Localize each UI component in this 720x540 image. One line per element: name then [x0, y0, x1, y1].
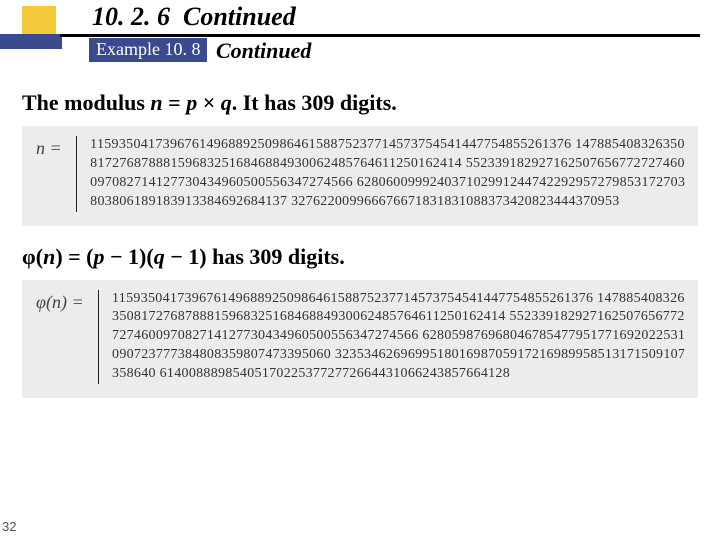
vertical-separator	[76, 136, 77, 212]
page-number: 32	[2, 519, 16, 534]
modulus-sentence: The modulus n = p × q. It has 309 digits…	[22, 90, 720, 116]
example-badge: Example 10. 8	[89, 38, 207, 62]
section-title: 10. 2. 6 Continued	[92, 2, 296, 32]
phi-sentence: φ(n) = (p − 1)(q − 1) has 309 digits.	[22, 244, 720, 270]
section-suffix: Continued	[183, 2, 296, 31]
modulus-value: 1159350417396761496889250986461588752377…	[90, 136, 686, 212]
decor-blue-bar	[0, 34, 62, 49]
phi-value: 1159350417396761496889250986461588752377…	[112, 290, 686, 384]
example-suffix: Continued	[216, 38, 311, 64]
slide-header: 10. 2. 6 Continued Example 10. 8 Continu…	[0, 0, 720, 64]
phi-label: φ(n) =	[36, 290, 84, 313]
modulus-label: n =	[36, 136, 62, 159]
section-number: 10. 2. 6	[92, 2, 170, 31]
title-underline	[60, 34, 700, 37]
modulus-value-block: n = 115935041739676149688925098646158875…	[22, 126, 698, 226]
phi-value-block: φ(n) = 115935041739676149688925098646158…	[22, 280, 698, 398]
